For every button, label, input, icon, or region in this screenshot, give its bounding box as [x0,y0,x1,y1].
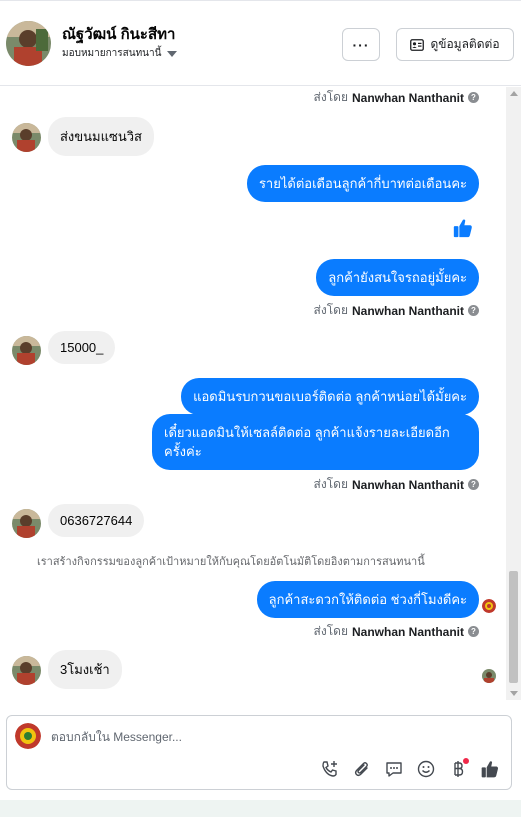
system-activity-note: เราสร้างกิจกรรมของลูกค้าเป้าหมายให้กับคุ… [37,556,425,568]
reply-input[interactable] [51,730,491,744]
sent-by-label: ส่งโดย Nanwhan Nanthanit? [314,622,479,641]
scrollbar-thumb[interactable] [509,571,518,683]
message-bubble-outgoing[interactable]: ลูกค้ายังสนใจรถอยู่มั้ยคะ [316,259,479,296]
thumbs-up-sticker-icon[interactable] [452,217,474,239]
phone-add-icon[interactable] [319,758,341,780]
baht-icon[interactable] [447,758,469,780]
emoji-icon[interactable] [415,758,437,780]
message-bubble-incoming[interactable]: 15000_ [48,331,116,364]
assign-conversation-dropdown[interactable]: มอบหมายการสนทนานี้ [62,46,178,61]
like-icon[interactable] [479,758,501,780]
scroll-up-arrow-icon[interactable] [510,91,518,96]
contact-name: ณัฐวัฒน์ กินะสีทา [62,26,176,43]
message-bubble-outgoing[interactable]: ลูกค้าสะดวกให้ติดต่อ ช่วงกี่โมงดีคะ [256,581,479,618]
reply-composer [6,715,512,790]
seen-by-page-avatar [482,599,496,613]
message-bubble-outgoing[interactable]: แอดมินรบกวนขอเบอร์ติดต่อ ลูกค้าหน่อยได้ม… [181,378,479,415]
help-icon[interactable]: ? [468,305,479,316]
contact-avatar[interactable] [6,21,51,66]
notification-dot [463,758,469,764]
view-contact-button[interactable]: ดูข้อมูลติดต่อ [396,28,514,61]
page-avatar [15,723,41,749]
sent-by-label: ส่งโดย Nanwhan Nanthanit? [314,301,479,320]
sent-by-label: ส่งโดย Nanwhan Nanthanit? [314,88,479,107]
caret-down-icon [167,50,178,57]
message-bubble-outgoing[interactable]: เดี๋ยวแอดมินให้เซลล์ติดต่อ ลูกค้าแจ้งราย… [152,414,479,470]
seen-by-contact-avatar [482,669,496,683]
footer-band [0,800,521,817]
conversation-header: ณัฐวัฒน์ กินะสีทา มอบหมายการสนทนานี้ ···… [0,0,521,86]
sender-avatar [12,509,41,538]
assign-label: มอบหมายการสนทนานี้ [62,48,162,59]
sender-avatar [12,656,41,685]
attach-icon[interactable] [351,758,373,780]
message-bubble-incoming[interactable]: ส่งขนมแซนวิส [48,117,154,156]
contact-card-icon [410,38,425,51]
thread-scrollbar[interactable] [506,87,521,700]
more-options-button[interactable]: ··· [342,28,380,61]
header-top-border [0,0,521,4]
help-icon[interactable]: ? [468,92,479,103]
message-bubble-outgoing[interactable]: รายได้ต่อเดือนลูกค้ากี่บาทต่อเดือนคะ [246,165,479,202]
message-thread: ส่งโดย Nanwhan Nanthanit? ส่งขนมแซนวิส รา… [0,87,506,700]
sender-avatar [12,336,41,365]
view-contact-label: ดูข้อมูลติดต่อ [430,37,500,51]
message-bubble-incoming[interactable]: 0636727644 [48,504,145,537]
message-bubble-incoming[interactable]: 3โมงเช้า [48,650,122,689]
sender-avatar [12,123,41,152]
sent-by-label: ส่งโดย Nanwhan Nanthanit? [314,475,479,494]
help-icon[interactable]: ? [468,479,479,490]
composer-toolbar [319,758,501,780]
scroll-down-arrow-icon[interactable] [510,691,518,696]
help-icon[interactable]: ? [468,626,479,637]
saved-reply-icon[interactable] [383,758,405,780]
